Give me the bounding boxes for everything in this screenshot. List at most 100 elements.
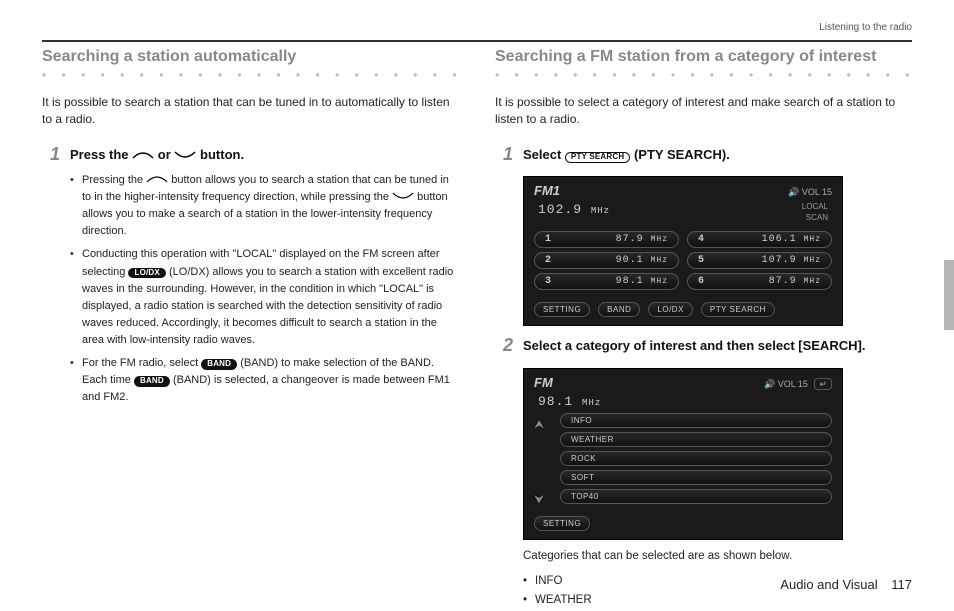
category-item[interactable]: SOFT — [560, 470, 832, 485]
volume-label: 🔊 VOL 15 ↵ — [764, 379, 832, 390]
sub-bullets: Pressing the button allows you to search… — [70, 172, 459, 406]
preset-button[interactable]: 687.9 MHz — [687, 273, 832, 290]
top-rule — [42, 40, 912, 42]
txt: 3 — [545, 276, 551, 287]
freq-row: 98.1 MHz — [524, 392, 842, 413]
txt: 2 — [545, 255, 551, 266]
txt: button. — [200, 147, 244, 162]
head-unit-screenshot-fm-categories: FM 🔊 VOL 15 ↵ 98.1 MHz ⮝ ⮟ INFO WEATHER … — [523, 368, 843, 540]
pty-search-button[interactable]: PTY SEARCH — [701, 302, 775, 317]
step-body: Select PTY SEARCH (PTY SEARCH). — [523, 145, 912, 165]
band-button[interactable]: BAND — [598, 302, 640, 317]
txt: MHz — [651, 235, 668, 244]
txt: MHz — [804, 256, 821, 265]
section-intro: It is possible to select a category of i… — [495, 94, 912, 129]
txt: 98.1 — [616, 276, 644, 287]
seek-up-icon — [146, 174, 168, 184]
volume-label: 🔊 VOL 15 — [788, 187, 832, 198]
setting-button[interactable]: SETTING — [534, 516, 590, 531]
txt: SCAN — [806, 213, 828, 222]
shot-footer: SETTING BAND LO/DX PTY SEARCH — [524, 298, 842, 325]
step-body: Press the or button. Pressing the button… — [70, 145, 459, 412]
step-heading: Select PTY SEARCH (PTY SEARCH). — [523, 145, 912, 165]
setting-button[interactable]: SETTING — [534, 302, 590, 317]
left-column: Searching a station automatically • • • … — [42, 48, 459, 568]
txt: 87.9 — [616, 234, 644, 245]
txt: 106.1 — [762, 234, 797, 245]
step-heading: Select a category of interest and then s… — [523, 336, 912, 356]
category-item[interactable]: TOP40 — [560, 489, 832, 504]
band-label: FM1 — [534, 183, 560, 198]
back-icon[interactable]: ↵ — [814, 378, 832, 390]
txt: MHz — [582, 398, 601, 408]
txt: 107.9 — [762, 255, 797, 266]
seek-down-icon — [392, 191, 414, 201]
shot-header: FM 🔊 VOL 15 ↵ — [524, 369, 842, 392]
step-list: 1 Select PTY SEARCH (PTY SEARCH). — [495, 145, 912, 165]
bullet: Conducting this operation with "LOCAL" d… — [70, 246, 459, 348]
category-item[interactable]: WEATHER — [560, 432, 832, 447]
step-list: 1 Press the or button. Pressing the — [42, 145, 459, 412]
shot-header: FM1 🔊 VOL 15 — [524, 177, 842, 200]
preset-grid: 187.9 MHz 4 106.1 MHz 2 90.1 MHz 5 107.9 MH… — [524, 231, 842, 298]
category-item[interactable]: INFO — [560, 413, 832, 428]
preset-button[interactable]: 398.1 MHz — [534, 273, 679, 290]
right-column: Searching a FM station from a category o… — [495, 48, 912, 568]
txt: LOCAL — [802, 202, 828, 211]
step-2: 2 Select a category of interest and then… — [495, 336, 912, 356]
categories-note: Categories that can be selected are as s… — [523, 550, 912, 562]
bullet: Pressing the button allows you to search… — [70, 172, 459, 240]
page-number: 117 — [891, 577, 912, 592]
scroll-up-icon[interactable]: ⮝ — [534, 417, 544, 432]
txt: 4 — [698, 234, 704, 245]
head-unit-screenshot-fm1: FM1 🔊 VOL 15 102.9 MHz LOCAL SCAN 187.9 M… — [523, 176, 843, 326]
category-list: INFO WEATHER ROCK SOFT TOP40 — [524, 413, 842, 512]
txt: MHz — [804, 235, 821, 244]
txt: 90.1 — [616, 255, 644, 266]
band-label: FM — [534, 375, 553, 390]
lodx-button[interactable]: LO/DX — [648, 302, 693, 317]
step-number: 2 — [495, 336, 513, 354]
preset-button[interactable]: 187.9 MHz — [534, 231, 679, 248]
seek-down-icon — [174, 150, 196, 160]
current-frequency: 98.1 MHz — [538, 394, 601, 409]
step-number: 1 — [42, 145, 60, 163]
dot-leader: • • • • • • • • • • • • • • • • • • • • … — [495, 68, 912, 82]
step-1: 1 Select PTY SEARCH (PTY SEARCH). — [495, 145, 912, 165]
page-footer: Audio and Visual 117 — [780, 577, 912, 592]
scroll-down-icon[interactable]: ⮟ — [534, 492, 544, 507]
chapter-crumb: Listening to the radio — [819, 22, 912, 33]
section-heading: Searching a station automatically — [42, 48, 459, 66]
current-frequency: 102.9 MHz — [538, 202, 610, 223]
txt: 87.9 — [769, 276, 797, 287]
category-item[interactable]: ROCK — [560, 451, 832, 466]
two-columns: Searching a station automatically • • • … — [42, 48, 912, 568]
shot-footer: SETTING — [524, 512, 842, 539]
thumb-index-tab — [944, 260, 954, 330]
section-name: Audio and Visual — [780, 577, 877, 592]
txt: Select — [523, 147, 565, 162]
section-heading: Searching a FM station from a category o… — [495, 48, 912, 66]
seek-up-icon — [132, 150, 154, 160]
txt: 5 — [698, 255, 704, 266]
txt: Press the — [70, 147, 132, 162]
step-1: 1 Press the or button. Pressing the — [42, 145, 459, 412]
preset-button[interactable]: 290.1 MHz — [534, 252, 679, 269]
preset-button[interactable]: 5 107.9 MHz — [687, 252, 832, 269]
step-list: 2 Select a category of interest and then… — [495, 336, 912, 356]
step-heading: Press the or button. — [70, 145, 459, 165]
txt: (PTY SEARCH). — [634, 147, 730, 162]
txt: MHz — [804, 277, 821, 286]
preset-button[interactable]: 4 106.1 MHz — [687, 231, 832, 248]
step-body: Select a category of interest and then s… — [523, 336, 912, 356]
bullet: For the FM radio, select BAND (BAND) to … — [70, 355, 459, 406]
section-intro: It is possible to search a station that … — [42, 94, 459, 129]
txt: VOL 15 — [802, 187, 832, 197]
freq-row: 102.9 MHz LOCAL SCAN — [524, 200, 842, 231]
status-side: LOCAL SCAN — [802, 202, 828, 223]
txt: 98.1 — [538, 394, 573, 409]
manual-page: Listening to the radio Searching a stati… — [0, 0, 954, 608]
band-pill-icon: BAND — [134, 376, 170, 387]
txt: or — [158, 147, 175, 162]
band-pill-icon: BAND — [201, 359, 237, 370]
